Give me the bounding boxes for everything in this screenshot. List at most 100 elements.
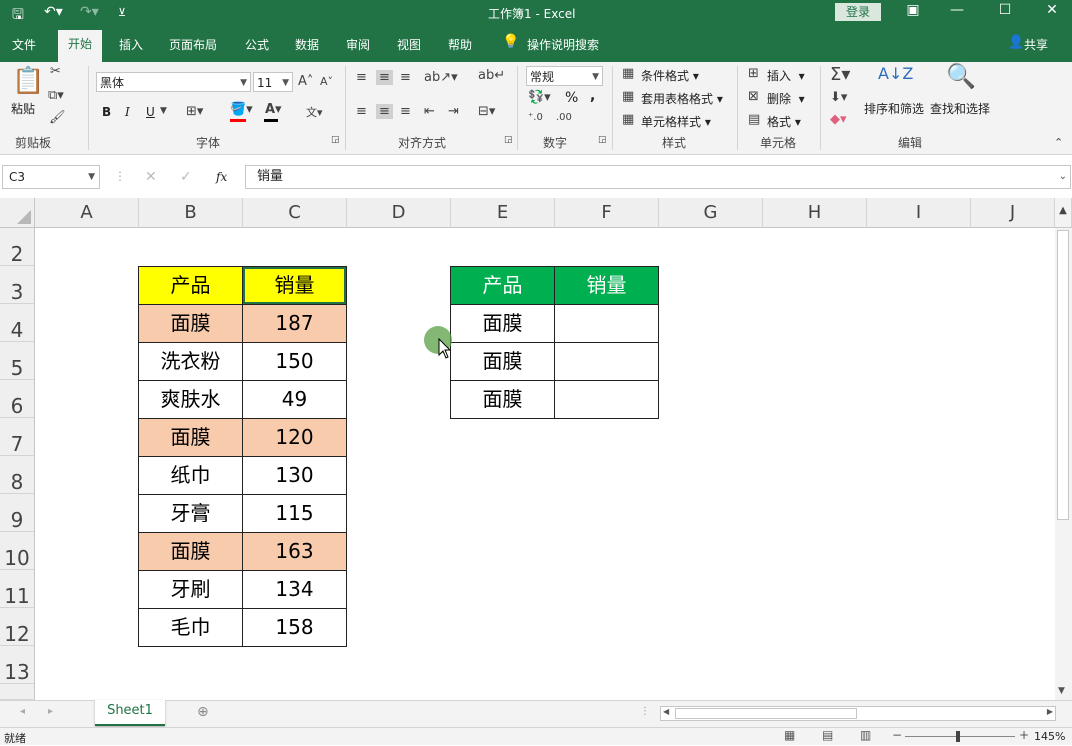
table1-product-cell[interactable]: 爽肤水	[138, 380, 243, 419]
tab-home[interactable]: 开始	[58, 30, 103, 62]
font-name-select[interactable]: 黑体 ▼	[96, 72, 251, 92]
zoom-in-icon[interactable]: +	[1019, 728, 1029, 742]
align-middle-icon[interactable]: ≡	[376, 70, 393, 85]
format-as-table-button[interactable]: 套用表格格式 ▾	[641, 90, 723, 107]
format-painter-icon[interactable]: 🖌	[49, 110, 66, 125]
column-header-a[interactable]: A	[35, 198, 139, 228]
vertical-scroll-thumb[interactable]	[1057, 230, 1069, 520]
paste-icon[interactable]: 📋	[12, 66, 44, 96]
sort-filter-button[interactable]: 排序和筛选	[864, 100, 924, 117]
horizontal-scrollbar[interactable]: ◀ ▶	[660, 706, 1056, 721]
clear-icon[interactable]: ◆▾	[830, 112, 847, 127]
wrap-text-icon[interactable]: ab↵	[478, 68, 505, 83]
login-button[interactable]: 登录	[835, 3, 881, 21]
row-header[interactable]: 2	[0, 228, 35, 266]
share-button[interactable]: 共享	[1024, 36, 1048, 53]
fill-icon[interactable]: ⬇▾	[830, 90, 847, 105]
font-dialog-launcher-icon[interactable]: ◲	[331, 135, 340, 145]
tab-view[interactable]: 视图	[397, 36, 421, 53]
increase-indent-icon[interactable]: ⇥	[448, 104, 459, 119]
increase-decimal-icon[interactable]: ⁺.0	[528, 112, 543, 123]
scroll-up-icon[interactable]: ▲	[1055, 198, 1072, 228]
zoom-out-icon[interactable]: −	[892, 728, 902, 742]
table1-product-cell[interactable]: 牙刷	[138, 570, 243, 609]
column-header-j[interactable]: J	[971, 198, 1055, 228]
column-header-h[interactable]: H	[763, 198, 867, 228]
row-header[interactable]	[0, 684, 35, 700]
select-all-corner[interactable]	[0, 198, 35, 228]
vertical-scrollbar[interactable]: ▼	[1055, 228, 1072, 700]
table1-product-cell[interactable]: 洗衣粉	[138, 342, 243, 381]
maximize-button[interactable]: ☐	[985, 2, 1025, 18]
fill-color-icon[interactable]: 🪣▾	[230, 102, 253, 117]
row-header[interactable]: 3	[0, 266, 35, 304]
percent-style-button[interactable]: %	[565, 90, 578, 106]
scroll-down-icon[interactable]: ▼	[1058, 686, 1065, 696]
undo-icon[interactable]: ↶▾	[44, 4, 63, 20]
copy-icon[interactable]: ⧉▾	[48, 88, 64, 103]
table1-product-cell[interactable]: 牙膏	[138, 494, 243, 533]
table1-sales-cell[interactable]: 134	[242, 570, 347, 609]
column-header-d[interactable]: D	[347, 198, 451, 228]
enter-icon[interactable]: ✓	[180, 169, 192, 185]
tab-data[interactable]: 数据	[295, 36, 319, 53]
table1-header-sales[interactable]: 销量	[242, 266, 347, 305]
add-sheet-icon[interactable]: ⊕	[197, 704, 209, 720]
column-header-b[interactable]: B	[139, 198, 243, 228]
column-header-i[interactable]: I	[867, 198, 971, 228]
zoom-level[interactable]: 145%	[1034, 730, 1065, 743]
align-center-icon[interactable]: ≡	[376, 104, 393, 119]
scroll-right-icon[interactable]: ▶	[1047, 707, 1053, 716]
page-break-view-icon[interactable]: ▥	[860, 728, 871, 742]
chevron-down-icon[interactable]: ▼	[160, 106, 167, 116]
name-box[interactable]: C3 ▼	[2, 165, 100, 189]
table1-sales-cell[interactable]: 150	[242, 342, 347, 381]
align-bottom-icon[interactable]: ≡	[400, 70, 411, 85]
insert-function-button[interactable]: fx	[216, 170, 227, 184]
row-header[interactable]: 4	[0, 304, 35, 342]
tab-formulas[interactable]: 公式	[245, 36, 269, 53]
comma-style-button[interactable]: ,	[590, 88, 595, 104]
phonetic-icon[interactable]: 文▾	[306, 104, 323, 120]
save-icon[interactable]: 🖫	[12, 4, 24, 28]
tell-me-search[interactable]: 操作说明搜索	[527, 36, 599, 53]
accounting-format-icon[interactable]: 💱▾	[528, 90, 551, 105]
table2-sales-cell[interactable]	[554, 304, 659, 343]
cancel-icon[interactable]: ✕	[145, 169, 157, 185]
underline-button[interactable]: U	[146, 105, 155, 119]
column-header-c[interactable]: C	[243, 198, 347, 228]
row-header[interactable]: 12	[0, 608, 35, 646]
column-header-e[interactable]: E	[451, 198, 555, 228]
alignment-dialog-launcher-icon[interactable]: ◲	[504, 135, 513, 145]
number-dialog-launcher-icon[interactable]: ◲	[598, 135, 607, 145]
row-header[interactable]: 7	[0, 418, 35, 456]
table1-product-cell[interactable]: 面膜	[138, 304, 243, 343]
ribbon-display-options-icon[interactable]: ▣	[893, 2, 933, 18]
minimize-button[interactable]: —	[937, 2, 977, 18]
autosum-icon[interactable]: Σ▾	[830, 64, 850, 85]
next-sheet-icon[interactable]: ▸	[48, 706, 53, 717]
row-header[interactable]: 9	[0, 494, 35, 532]
bold-button[interactable]: B	[102, 105, 111, 119]
font-size-select[interactable]: 11 ▼	[253, 72, 293, 92]
row-header[interactable]: 13	[0, 646, 35, 684]
font-color-icon[interactable]: A▾	[265, 102, 282, 117]
prev-sheet-icon[interactable]: ◂	[20, 706, 25, 717]
table2-product-cell[interactable]: 面膜	[450, 380, 555, 419]
page-layout-view-icon[interactable]: ▤	[822, 728, 833, 742]
merge-center-icon[interactable]: ⊟▾	[478, 104, 495, 119]
table2-product-cell[interactable]: 面膜	[450, 342, 555, 381]
table1-product-cell[interactable]: 毛巾	[138, 608, 243, 647]
decrease-indent-icon[interactable]: ⇤	[424, 104, 435, 119]
table1-product-cell[interactable]: 纸巾	[138, 456, 243, 495]
row-header[interactable]: 5	[0, 342, 35, 380]
table2-header-product[interactable]: 产品	[450, 266, 555, 305]
row-header[interactable]: 8	[0, 456, 35, 494]
tab-file[interactable]: 文件	[12, 36, 36, 53]
paste-button[interactable]: 粘贴	[11, 100, 35, 117]
table2-header-sales[interactable]: 销量	[554, 266, 659, 305]
sheet-tab[interactable]: Sheet1	[95, 700, 165, 726]
tab-page-layout[interactable]: 页面布局	[169, 36, 217, 53]
normal-view-icon[interactable]: ▦	[784, 728, 795, 742]
row-header[interactable]: 6	[0, 380, 35, 418]
